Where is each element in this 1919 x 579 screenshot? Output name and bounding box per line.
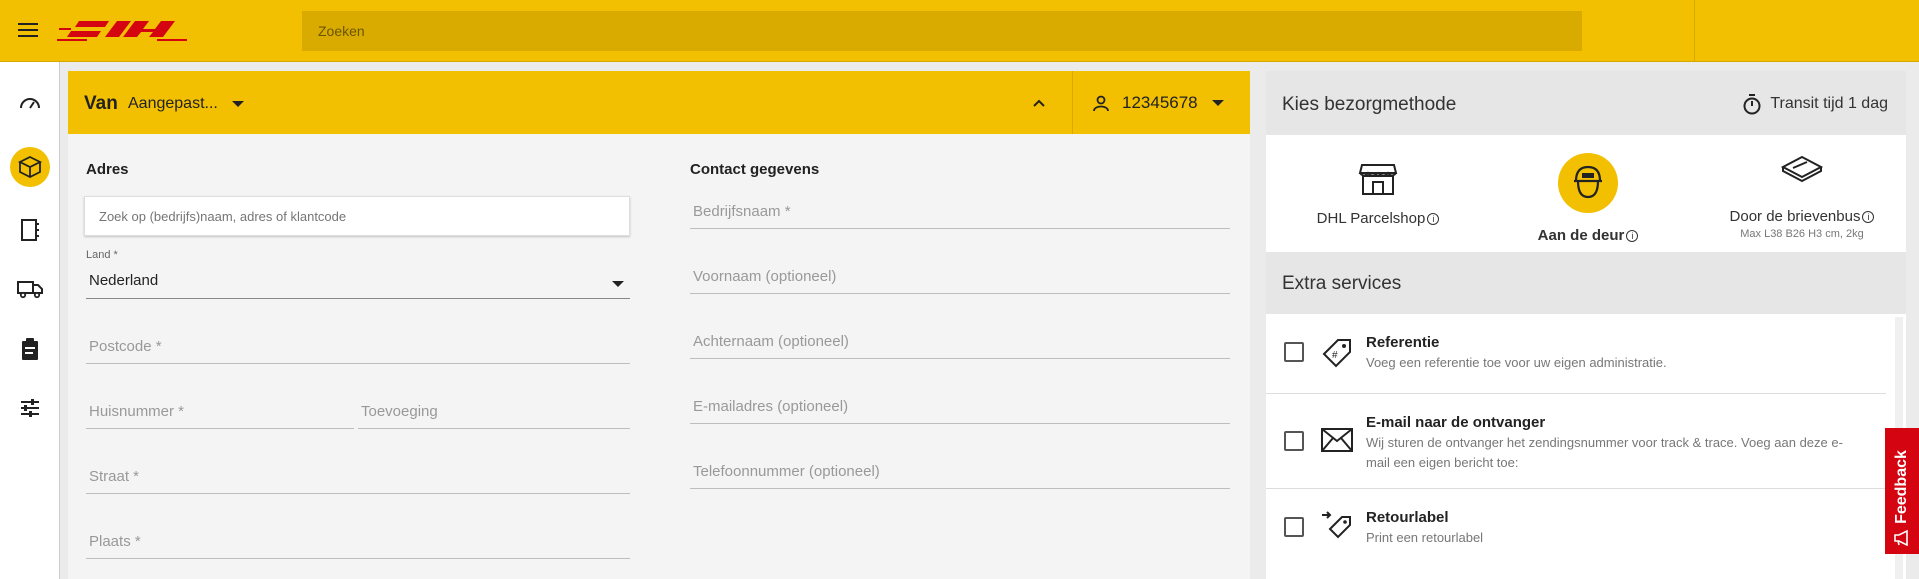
clipboard-icon[interactable] <box>10 329 50 369</box>
service-retourlabel-desc: Print een retourlabel <box>1366 530 1484 545</box>
email-placeholder: E-mailadres (optioneel) <box>693 398 849 415</box>
chevron-down-icon <box>1211 100 1224 106</box>
retourlabel-checkbox[interactable] <box>1284 517 1304 537</box>
housenumber-placeholder: Huisnummer * <box>89 403 185 420</box>
from-title: Van <box>84 93 118 114</box>
dhl-logo[interactable] <box>57 19 187 46</box>
service-email-title: E-mail naar de ontvanger <box>1366 414 1546 431</box>
method-parcelshop-label: DHL Parcelshop <box>1316 210 1426 227</box>
service-referentie-desc: Voeg een referentie toe voor uw eigen ad… <box>1366 355 1667 370</box>
chevron-down-icon <box>612 281 624 287</box>
street-field[interactable]: Straat * <box>86 466 630 494</box>
method-mailbox-label: Door de brievenbus <box>1729 208 1861 225</box>
email-checkbox[interactable] <box>1284 431 1304 451</box>
extra-services-header: Extra services <box>1266 252 1906 314</box>
method-door-label: Aan de deur <box>1537 227 1625 244</box>
shop-icon <box>1358 164 1398 195</box>
package-icon[interactable] <box>10 147 50 187</box>
preset-value: Aangepast... <box>128 95 218 112</box>
from-panel: Van Aangepast... 12345678 Adres Contact … <box>68 71 1250 579</box>
lastname-placeholder: Achternaam (optioneel) <box>693 333 849 350</box>
envelope-icon <box>1321 428 1353 452</box>
topbar-divider <box>1694 0 1695 62</box>
account-select[interactable]: 12345678 <box>1092 93 1224 113</box>
sidebar <box>0 62 60 579</box>
service-email-desc: Wij sturen de ontvanger het zendingsnumm… <box>1366 435 1843 470</box>
truck-icon[interactable] <box>10 269 50 309</box>
addition-placeholder: Toevoeging <box>361 403 438 420</box>
method-mailbox-sub: Max L38 B26 H3 cm, 2kg <box>1740 228 1864 240</box>
firstname-placeholder: Voornaam (optioneel) <box>693 268 837 285</box>
user-icon <box>1093 95 1109 112</box>
city-placeholder: Plaats * <box>89 533 141 550</box>
info-icon[interactable]: i <box>1427 213 1440 226</box>
info-icon[interactable]: i <box>1626 230 1639 243</box>
firstname-field[interactable]: Voornaam (optioneel) <box>690 266 1230 294</box>
delivery-header: Kies bezorgmethode Transit tijd 1 dag <box>1266 71 1906 135</box>
feedback-button[interactable]: Feedback <box>1885 428 1919 554</box>
method-door[interactable]: Aan de deur i <box>1528 153 1648 244</box>
return-tag-icon <box>1322 511 1351 539</box>
tag-icon: # <box>1322 339 1351 368</box>
top-bar <box>0 0 1919 62</box>
lastname-field[interactable]: Achternaam (optioneel) <box>690 331 1230 359</box>
service-email: E-mail naar de ontvanger Wij sturen de o… <box>1266 394 1886 489</box>
service-referentie-title: Referentie <box>1366 334 1440 351</box>
phone-field[interactable]: Telefoonnummer (optioneel) <box>690 461 1230 489</box>
company-placeholder: Bedrijfsnaam * <box>693 203 791 220</box>
country-select[interactable]: Nederland <box>86 272 630 299</box>
service-retourlabel-title: Retourlabel <box>1366 509 1449 526</box>
svg-text:#: # <box>1332 350 1338 361</box>
address-search-input[interactable] <box>84 196 630 236</box>
housenumber-field[interactable]: Huisnummer * <box>86 401 354 429</box>
preset-select[interactable]: Aangepast... <box>128 95 244 113</box>
stopwatch-icon <box>1743 94 1761 115</box>
service-retourlabel: Retourlabel Print een retourlabel <box>1266 489 1886 579</box>
country-label: Land * <box>86 249 118 261</box>
extra-services-title: Extra services <box>1282 273 1402 294</box>
megaphone-icon <box>1894 530 1908 546</box>
city-field[interactable]: Plaats * <box>86 531 630 559</box>
email-field[interactable]: E-mailadres (optioneel) <box>690 396 1230 424</box>
postcode-placeholder: Postcode * <box>89 338 162 355</box>
transit-text: Transit tijd 1 dag <box>1770 95 1888 112</box>
info-icon[interactable]: i <box>1862 211 1875 224</box>
feedback-label: Feedback <box>1893 450 1910 524</box>
method-mailbox[interactable]: Door de brievenbus i Max L38 B26 H3 cm, 2… <box>1712 153 1892 240</box>
menu-icon[interactable] <box>18 23 38 39</box>
delivery-panel: Kies bezorgmethode Transit tijd 1 dag DH… <box>1266 71 1906 579</box>
contact-section-title: Contact gegevens <box>690 161 820 178</box>
from-panel-header: Van Aangepast... 12345678 <box>68 71 1250 134</box>
delivery-title: Kies bezorgmethode <box>1282 94 1457 115</box>
mailbox-package-icon <box>1780 155 1824 183</box>
addressbook-icon[interactable] <box>10 210 50 250</box>
sliders-icon[interactable] <box>10 388 50 428</box>
search-input[interactable] <box>302 11 1582 51</box>
header-divider <box>1072 71 1073 134</box>
country-value: Nederland <box>89 272 159 289</box>
postcode-field[interactable]: Postcode * <box>86 336 630 364</box>
account-number: 12345678 <box>1122 93 1198 112</box>
address-section-title: Adres <box>86 161 129 178</box>
street-placeholder: Straat * <box>89 468 140 485</box>
method-parcelshop[interactable]: DHL Parcelshop i <box>1308 153 1448 227</box>
chevron-down-icon <box>231 100 244 107</box>
gauge-icon[interactable] <box>10 84 50 124</box>
referentie-checkbox[interactable] <box>1284 342 1304 362</box>
company-field[interactable]: Bedrijfsnaam * <box>690 201 1230 229</box>
phone-placeholder: Telefoonnummer (optioneel) <box>693 463 880 480</box>
chevron-up-icon[interactable] <box>1032 95 1046 113</box>
transit-time: Transit tijd 1 dag <box>1742 93 1888 115</box>
addition-field[interactable]: Toevoeging <box>358 401 630 429</box>
courier-icon <box>1558 153 1618 213</box>
service-referentie: # Referentie Voeg een referentie toe voo… <box>1266 314 1886 394</box>
